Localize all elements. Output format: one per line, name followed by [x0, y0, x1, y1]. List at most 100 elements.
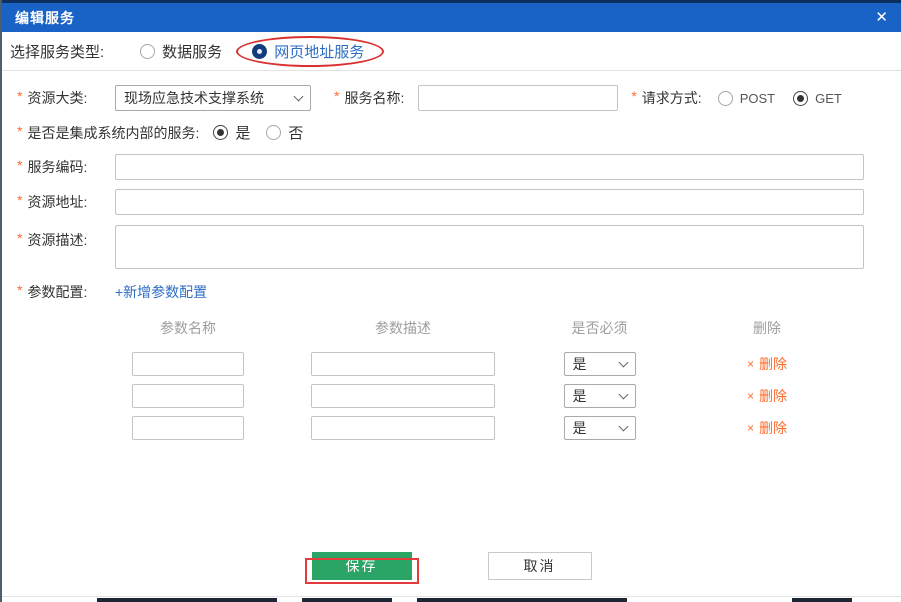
service-code-label: * 服务编码: — [2, 157, 115, 177]
param-required-value: 是 — [573, 418, 587, 438]
table-row-cell: × 删除 — [652, 412, 882, 444]
dialog-footer: 保存 取消 — [2, 552, 901, 580]
table-row-cell: 是 — [547, 348, 652, 380]
resource-category-value: 现场应急技术支撑系统 — [124, 88, 264, 108]
row-param-config: * 参数配置: +新增参数配置 — [2, 282, 901, 302]
delete-label: 删除 — [759, 386, 787, 406]
table-row-cell — [259, 380, 547, 412]
table-row-cell: × 删除 — [652, 348, 882, 380]
service-name-label: * 服务名称: — [311, 88, 404, 108]
add-param-config-link[interactable]: +新增参数配置 — [115, 282, 207, 302]
internal-service-option-label: 是 — [235, 122, 250, 143]
table-row-cell: 是 — [547, 380, 652, 412]
close-icon[interactable]: ✕ — [875, 10, 888, 25]
param-config-label: * 参数配置: — [2, 282, 115, 302]
delete-x-icon: × — [747, 357, 754, 371]
service-code-input[interactable] — [115, 154, 864, 180]
chevron-down-icon — [294, 91, 304, 101]
required-mark: * — [17, 230, 22, 246]
required-mark: * — [17, 282, 22, 298]
internal-service-label: * 是否是集成系统内部的服务: — [2, 123, 199, 143]
required-mark: * — [17, 88, 22, 104]
red-ellipse-annotation — [236, 36, 384, 67]
delete-row-link[interactable]: × 删除 — [747, 386, 787, 406]
resource-address-label: * 资源地址: — [2, 192, 115, 212]
request-method-label: * 请求方式: — [618, 88, 701, 108]
internal-service-option-yes[interactable]: 是 — [213, 122, 250, 143]
row-resource-address: * 资源地址: — [2, 189, 901, 215]
radio-selected-icon[interactable] — [793, 91, 808, 106]
service-type-option-web[interactable]: 网页地址服务 — [246, 39, 370, 64]
request-method-option-label: POST — [740, 91, 775, 106]
resource-category-select[interactable]: 现场应急技术支撑系统 — [115, 85, 311, 111]
service-type-label: 选择服务类型: — [10, 41, 104, 62]
param-required-select[interactable]: 是 — [564, 384, 636, 408]
chevron-down-icon — [618, 389, 628, 399]
param-table-header-required: 是否必须 — [547, 314, 652, 348]
param-name-input[interactable] — [132, 416, 244, 440]
param-required-value: 是 — [573, 386, 587, 406]
resource-description-label: * 资源描述: — [2, 225, 115, 250]
delete-label: 删除 — [759, 418, 787, 438]
resource-description-textarea[interactable] — [115, 225, 864, 269]
table-row-cell — [259, 412, 547, 444]
service-name-input[interactable] — [418, 85, 618, 111]
request-method-option-get[interactable]: GET — [793, 91, 842, 106]
param-description-input[interactable] — [311, 384, 495, 408]
delete-x-icon: × — [747, 389, 754, 403]
service-type-option-label: 数据服务 — [162, 41, 222, 62]
required-mark: * — [17, 192, 22, 208]
radio-unselected-icon[interactable] — [266, 125, 281, 140]
param-name-input[interactable] — [132, 352, 244, 376]
param-table-header-name: 参数名称 — [117, 314, 259, 348]
required-mark: * — [631, 88, 636, 104]
param-required-select[interactable]: 是 — [564, 352, 636, 376]
param-required-value: 是 — [573, 354, 587, 374]
param-required-select[interactable]: 是 — [564, 416, 636, 440]
save-button-wrap: 保存 — [312, 552, 412, 580]
resource-address-input[interactable] — [115, 189, 864, 215]
table-row-cell: × 删除 — [652, 380, 882, 412]
delete-label: 删除 — [759, 354, 787, 374]
param-name-input[interactable] — [132, 384, 244, 408]
save-button[interactable]: 保存 — [312, 552, 412, 580]
chevron-down-icon — [618, 421, 628, 431]
param-table-header-description: 参数描述 — [259, 314, 547, 348]
param-table-header-delete: 删除 — [652, 314, 882, 348]
row-resource-description: * 资源描述: — [2, 225, 901, 269]
row-category-name-method: * 资源大类: 现场应急技术支撑系统 * 服务名称: * 请求方式: POST — [2, 85, 901, 111]
request-method-option-post[interactable]: POST — [718, 91, 775, 106]
param-description-input[interactable] — [311, 352, 495, 376]
table-row-cell — [117, 380, 259, 412]
background-page-edge — [2, 597, 901, 602]
resource-category-label: * 资源大类: — [2, 88, 115, 108]
required-mark: * — [17, 123, 22, 139]
table-row-cell — [117, 412, 259, 444]
form-body: * 资源大类: 现场应急技术支撑系统 * 服务名称: * 请求方式: POST — [2, 85, 901, 444]
required-mark: * — [334, 88, 339, 104]
radio-selected-icon[interactable] — [213, 125, 228, 140]
service-type-row: 选择服务类型: 数据服务 网页地址服务 — [2, 32, 901, 71]
table-row-cell — [259, 348, 547, 380]
edit-service-dialog: 编辑服务 ✕ 选择服务类型: 数据服务 网页地址服务 * 资源大类: 现场应急技… — [0, 0, 902, 602]
radio-unselected-icon[interactable] — [718, 91, 733, 106]
request-method-option-label: GET — [815, 91, 842, 106]
internal-service-option-no[interactable]: 否 — [266, 122, 303, 143]
param-description-input[interactable] — [311, 416, 495, 440]
internal-service-option-label: 否 — [288, 122, 303, 143]
table-row-cell: 是 — [547, 412, 652, 444]
required-mark: * — [17, 157, 22, 173]
radio-unselected-icon[interactable] — [140, 44, 155, 59]
cancel-button[interactable]: 取消 — [488, 552, 592, 580]
delete-row-link[interactable]: × 删除 — [747, 354, 787, 374]
delete-row-link[interactable]: × 删除 — [747, 418, 787, 438]
service-type-option-data[interactable]: 数据服务 — [140, 41, 222, 62]
table-row-cell — [117, 348, 259, 380]
row-internal-service: * 是否是集成系统内部的服务: 是 否 — [2, 122, 901, 143]
dialog-titlebar: 编辑服务 ✕ — [2, 3, 901, 32]
row-service-code: * 服务编码: — [2, 154, 901, 180]
dialog-title: 编辑服务 — [15, 8, 75, 28]
param-table: 参数名称 参数描述 是否必须 删除 是 × 删除 — [117, 314, 901, 444]
delete-x-icon: × — [747, 421, 754, 435]
chevron-down-icon — [618, 357, 628, 367]
